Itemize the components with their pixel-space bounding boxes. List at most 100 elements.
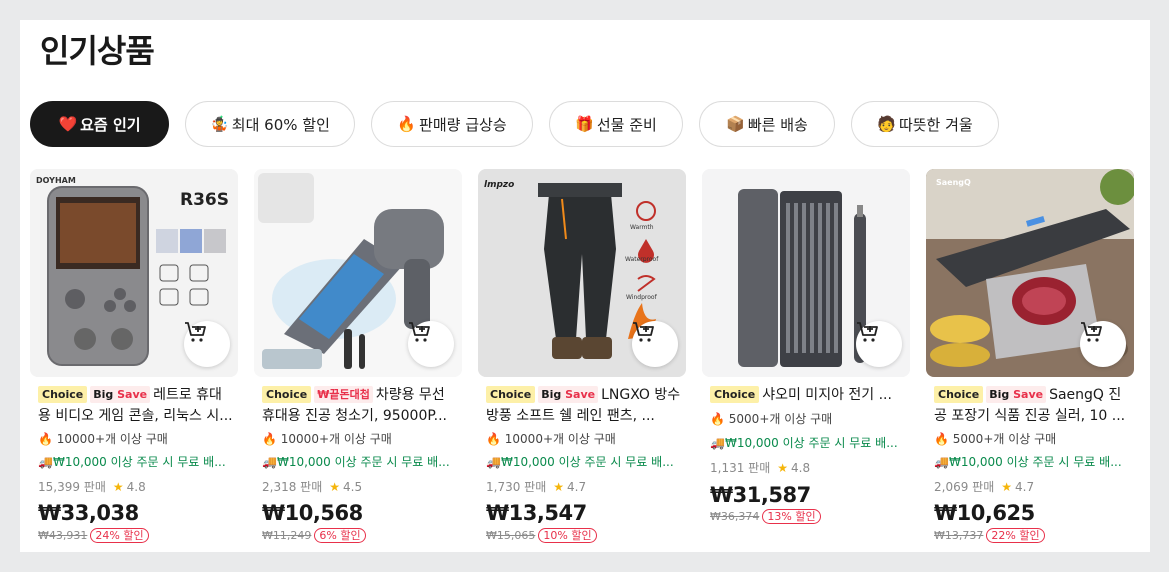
deal-badge: ₩끝돈대첩 [314,386,373,403]
sales-count: 2,318 판매 [262,480,323,494]
product-title[interactable]: Choice Big Save SaengQ 진공 포장기 식품 진공 실러, 10… [934,385,1130,427]
tab-label: 선물 준비 [596,115,657,134]
tab-label: 요즘 인기 [80,115,141,134]
sales-rating: 2,069 판매 ★ 4.7 [934,479,1134,495]
big-save-badge: Big Save [90,386,151,403]
choice-badge: Choice [486,386,536,403]
sold-count: 🔥 5000+개 이상 구매 [934,432,1057,446]
product-image[interactable]: lmpzo Warmth Waterproof Windproof [478,169,686,377]
discount-badge: 10% 할인 [538,528,597,543]
shipping-info: 🚚₩10,000 이상 주문 시 무료 배... [486,455,674,469]
fire-icon: 🔥 [397,115,417,133]
cart-plus-icon [185,322,206,342]
original-price: ₩13,737 [934,529,984,542]
truck-icon: 🚚 [38,455,53,469]
shipping-info: 🚚₩10,000 이상 주문 시 무료 배... [38,455,226,469]
tab-warm-winter[interactable]: 🧑 따뜻한 겨울 [851,101,999,147]
product-image[interactable] [702,169,910,377]
shipping-info: 🚚₩10,000 이상 주문 시 무료 배... [934,455,1122,469]
juggler-icon: 🤹 [210,115,229,133]
image-brand-text: SaengQ [936,178,971,187]
product-card[interactable]: Choice ₩끝돈대첩 차량용 무선 휴대용 진공 청소기, 95000P... … [254,169,462,549]
tab-max-discount[interactable]: 🤹 최대 60% 할인 [185,101,355,147]
truck-icon: 🚚 [262,455,277,469]
choice-badge: Choice [38,386,88,403]
sales-rating: 1,131 판매 ★ 4.8 [710,460,910,476]
sold-count: 🔥 10000+개 이상 구매 [38,432,168,446]
sold-count: 🔥 10000+개 이상 구매 [486,432,616,446]
product-title[interactable]: Choice Big Save 레트로 휴대용 비디오 게임 콘솔, 리눅스 시..… [38,385,234,427]
price: ₩13,547 [486,501,587,525]
product-card[interactable]: lmpzo Warmth Waterproof Windproof Choice… [478,169,686,549]
gift-icon: 🎁 [575,115,594,133]
product-image[interactable]: R36S DOYHAM [30,169,238,377]
star-icon: ★ [112,480,124,494]
sold-count: 🔥 10000+개 이상 구매 [262,432,392,446]
product-image[interactable]: SaengQ [926,169,1134,377]
add-to-cart-button[interactable] [632,321,678,367]
product-card[interactable]: SaengQ Choice Big Save SaengQ 진공 포장기 식품 진공… [926,169,1134,549]
image-label-windproof: Windproof [626,294,658,301]
sales-rating: 1,730 판매 ★ 4.7 [486,479,686,495]
discount-badge: 24% 할인 [90,528,149,543]
tab-label: 빠른 배송 [747,115,808,134]
original-price: ₩11,249 [262,529,312,542]
fire-icon: 🔥 [934,432,949,446]
person-winter-icon: 🧑 [877,115,896,133]
big-save-badge: Big Save [986,386,1047,403]
original-price-row: ₩13,737 22% 할인 [934,528,1045,543]
original-price: ₩15,065 [486,529,536,542]
product-card[interactable]: R36S DOYHAM Choice Big Save 레트로 휴대용 비디오 게임… [30,169,238,549]
star-icon: ★ [1001,480,1013,494]
price: ₩33,038 [38,501,139,525]
truck-icon: 🚚 [486,455,501,469]
star-icon: ★ [777,461,789,475]
truck-icon: 🚚 [710,436,725,450]
fire-icon: 🔥 [710,412,725,426]
rating-value: 4.8 [126,480,146,494]
cart-plus-icon [633,322,654,342]
tab-gift-prep[interactable]: 🎁 선물 준비 [549,101,683,147]
tab-label: 판매량 급상승 [419,115,507,134]
tab-sales-surge[interactable]: 🔥 판매량 급상승 [371,101,533,147]
discount-badge: 13% 할인 [762,509,821,524]
heart-icon: ❤️ [58,115,78,133]
cart-plus-icon [1081,322,1102,342]
add-to-cart-button[interactable] [184,321,230,367]
original-price: ₩36,374 [710,510,760,523]
image-model-text: R36S [180,190,229,210]
price: ₩10,568 [262,501,363,525]
choice-badge: Choice [934,386,984,403]
sales-count: 1,131 판매 [710,461,771,475]
tab-trending[interactable]: ❤️ 요즘 인기 [30,101,169,147]
original-price-row: ₩43,931 24% 할인 [38,528,149,543]
product-card[interactable]: Choice 샤오미 미지아 전기 ... 🔥 5000+개 이상 구매 🚚₩10… [702,169,910,549]
choice-badge: Choice [710,386,760,403]
original-price-row: ₩36,374 13% 할인 [710,509,821,524]
big-save-badge: Big Save [538,386,599,403]
cart-plus-icon [409,322,430,342]
cart-plus-icon [857,322,878,342]
add-to-cart-button[interactable] [856,321,902,367]
rating-value: 4.7 [1015,480,1035,494]
add-to-cart-button[interactable] [1080,321,1126,367]
popular-products-section: 인기상품 ❤️ 요즘 인기 🤹 최대 60% 할인 🔥 판매량 급상승 🎁 선물… [20,20,1150,552]
truck-icon: 🚚 [934,455,949,469]
shipping-info: 🚚₩10,000 이상 주문 시 무료 배... [262,455,450,469]
image-label-warmth: Warmth [630,224,654,231]
product-title[interactable]: Choice ₩끝돈대첩 차량용 무선 휴대용 진공 청소기, 95000P... [262,385,458,427]
sales-count: 15,399 판매 [38,480,106,494]
sales-count: 2,069 판매 [934,480,995,494]
rating-value: 4.7 [567,480,587,494]
add-to-cart-button[interactable] [408,321,454,367]
discount-badge: 22% 할인 [986,528,1045,543]
tab-fast-shipping[interactable]: 📦 빠른 배송 [699,101,835,147]
rating-value: 4.8 [791,461,811,475]
star-icon: ★ [553,480,565,494]
product-image[interactable] [254,169,462,377]
fire-icon: 🔥 [38,432,53,446]
fire-icon: 🔥 [262,432,277,446]
tab-label: 최대 60% 할인 [231,115,330,134]
fire-icon: 🔥 [486,432,501,446]
product-title[interactable]: Choice Big Save LNGXO 방수 방풍 소프트 쉘 레인 팬츠, .… [486,385,682,427]
